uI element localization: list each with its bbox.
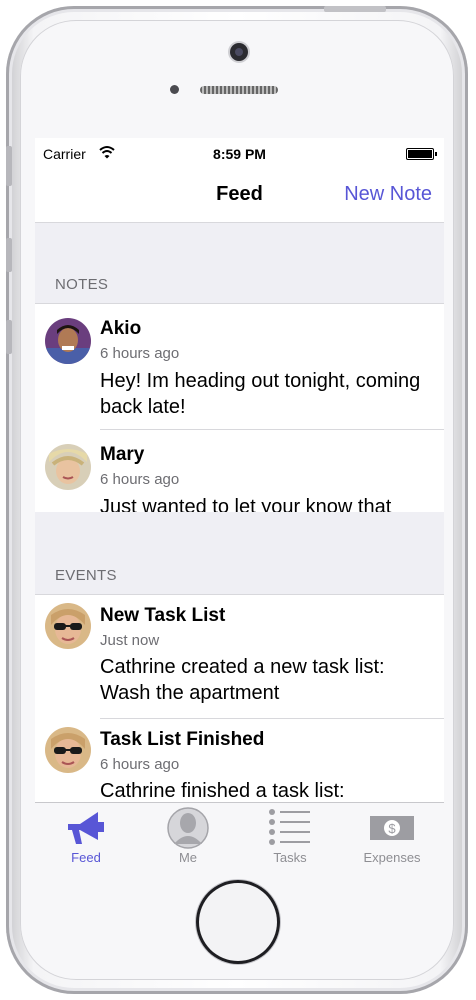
note-author: Akio: [100, 318, 142, 339]
note-author: Mary: [100, 444, 145, 465]
notes-section-title: NOTES: [55, 276, 109, 293]
money-icon: $: [370, 816, 414, 840]
tab-label: Expenses: [363, 850, 421, 865]
avatar-mary: [45, 444, 91, 490]
note-cell[interactable]: Akio 6 hours ago Hey! Im heading out ton…: [35, 304, 444, 430]
notes-section-header: NOTES: [35, 223, 444, 304]
event-title: Task List Finished: [100, 729, 265, 750]
app-screen: Carrier 8:59 PM Feed New Note NOTES Akio…: [35, 138, 444, 866]
earpiece-speaker: [200, 86, 278, 94]
volume-down-button: [6, 320, 12, 354]
event-title: New Task List: [100, 605, 226, 626]
note-text: Just wanted to let your know that: [100, 496, 392, 512]
battery-icon: [406, 148, 437, 160]
list-icon: [269, 809, 310, 845]
avatar-cathrine: [45, 603, 91, 649]
event-cell[interactable]: Task List Finished 6 hours ago Cathrine …: [35, 719, 444, 802]
avatar-akio: [45, 318, 91, 364]
status-bar: Carrier 8:59 PM: [35, 138, 444, 168]
clock: 8:59 PM: [213, 146, 266, 162]
volume-up-button: [6, 238, 12, 272]
proximity-sensor: [170, 85, 179, 94]
event-cell[interactable]: New Task List Just now Cathrine created …: [35, 595, 444, 719]
new-note-button[interactable]: New Note: [344, 183, 432, 206]
event-text: Cathrine created a new task list: Wash t…: [100, 656, 385, 704]
events-section-title: EVENTS: [55, 567, 117, 584]
event-timestamp: Just now: [100, 632, 160, 649]
tab-label: Tasks: [273, 850, 307, 865]
navigation-bar: Feed New Note: [35, 168, 444, 223]
home-button[interactable]: [196, 880, 280, 964]
tab-tasks[interactable]: Tasks: [239, 803, 341, 866]
front-camera: [230, 43, 248, 61]
event-text: Cathrine finished a task list:: [100, 780, 345, 802]
tab-me[interactable]: Me: [137, 803, 239, 866]
svg-text:$: $: [388, 821, 396, 836]
megaphone-icon: [68, 812, 104, 844]
events-section-header: EVENTS: [35, 512, 444, 595]
tab-feed[interactable]: Feed: [35, 803, 137, 866]
tab-label: Feed: [71, 850, 101, 865]
note-text: Hey! Im heading out tonight, coming back…: [100, 370, 421, 418]
tab-expenses[interactable]: $ Expenses: [341, 803, 443, 866]
note-cell[interactable]: Mary 6 hours ago Just wanted to let your…: [35, 430, 444, 512]
tab-bar: Feed Me Tasks $ Expenses: [35, 802, 444, 866]
tab-label: Me: [178, 850, 198, 865]
note-timestamp: 6 hours ago: [100, 471, 180, 488]
power-button: [324, 6, 386, 12]
mute-switch: [6, 146, 12, 186]
note-timestamp: 6 hours ago: [100, 345, 180, 362]
avatar-cathrine: [45, 727, 91, 773]
person-icon: [167, 807, 209, 849]
event-timestamp: 6 hours ago: [100, 756, 180, 773]
